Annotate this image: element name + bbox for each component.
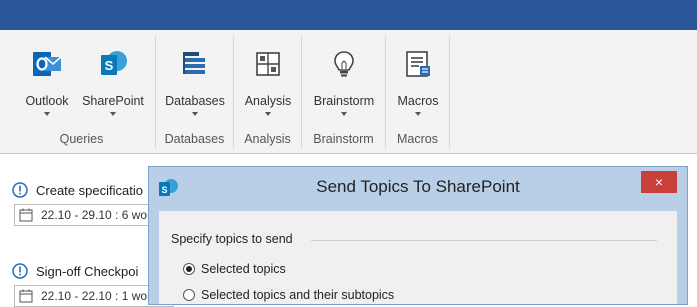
info-icon (12, 263, 28, 279)
chevron-down-icon (110, 112, 116, 116)
chevron-down-icon (44, 112, 50, 116)
date-range: 22.10 - 29.10 : 6 wor (41, 208, 152, 222)
topic-title: Sign-off Checkpoi (36, 264, 139, 279)
close-button[interactable]: × (641, 171, 677, 193)
calendar-icon (19, 208, 33, 222)
ribbon-group-brainstorm: Brainstorm Brainstorm (302, 36, 386, 148)
macros-label: Macros (397, 94, 439, 108)
group-label-queries: Queries (59, 132, 104, 146)
brainstorm-label: Brainstorm (313, 94, 375, 108)
ribbon: Outlook S SharePoint Queries Databases D… (0, 30, 697, 154)
chevron-down-icon (415, 112, 421, 116)
databases-button[interactable]: Databases (162, 38, 228, 124)
group-label-brainstorm: Brainstorm (313, 132, 374, 146)
sharepoint-icon: S (101, 51, 127, 75)
send-topics-dialog: S Send Topics To SharePoint × Specify to… (148, 166, 688, 305)
info-icon (12, 182, 28, 198)
brainstorm-button[interactable]: Brainstorm (311, 38, 377, 124)
group-label-databases: Databases (164, 132, 225, 146)
outlook-label: Outlook (25, 94, 69, 108)
section-label: Specify topics to send (171, 232, 293, 246)
dialog-titlebar[interactable]: S Send Topics To SharePoint × (149, 167, 687, 211)
lightbulb-icon (334, 51, 354, 77)
analysis-button[interactable]: Analysis (235, 38, 301, 124)
outlook-button[interactable]: Outlook (14, 38, 80, 124)
svg-text:S: S (105, 58, 114, 73)
macros-button[interactable]: Macros (385, 38, 451, 124)
radio-label: Selected topics (201, 262, 286, 276)
ribbon-group-macros: Macros Macros (386, 36, 450, 148)
analysis-label: Analysis (244, 94, 292, 108)
dialog-body: Specify topics to send Selected topics S… (159, 211, 677, 304)
divider (311, 240, 657, 241)
radio-button[interactable] (183, 289, 195, 301)
topic-title: Create specificatio (36, 183, 143, 198)
dialog-title: Send Topics To SharePoint (316, 177, 520, 196)
chevron-down-icon (192, 112, 198, 116)
analysis-icon (256, 52, 280, 76)
databases-label: Databases (165, 94, 225, 108)
chevron-down-icon (341, 112, 347, 116)
group-label-macros: Macros (397, 132, 438, 146)
date-range: 22.10 - 22.10 : 1 wor (41, 289, 152, 303)
sharepoint-label: SharePoint (82, 94, 144, 108)
macro-icon (406, 51, 430, 77)
app-titlebar (0, 0, 697, 30)
ribbon-group-queries: Outlook S SharePoint Queries (8, 36, 156, 148)
calendar-icon (19, 289, 33, 303)
radio-dot (186, 266, 192, 272)
radio-button[interactable] (183, 263, 195, 275)
radio-label: Selected topics and their subtopics (201, 288, 395, 302)
outlook-icon (33, 52, 62, 76)
database-icon (183, 52, 205, 74)
sharepoint-button[interactable]: S SharePoint (80, 38, 146, 124)
ribbon-group-databases: Databases Databases (156, 36, 234, 148)
ribbon-group-analysis: Analysis Analysis (234, 36, 302, 148)
group-label-analysis: Analysis (244, 132, 291, 146)
chevron-down-icon (265, 112, 271, 116)
